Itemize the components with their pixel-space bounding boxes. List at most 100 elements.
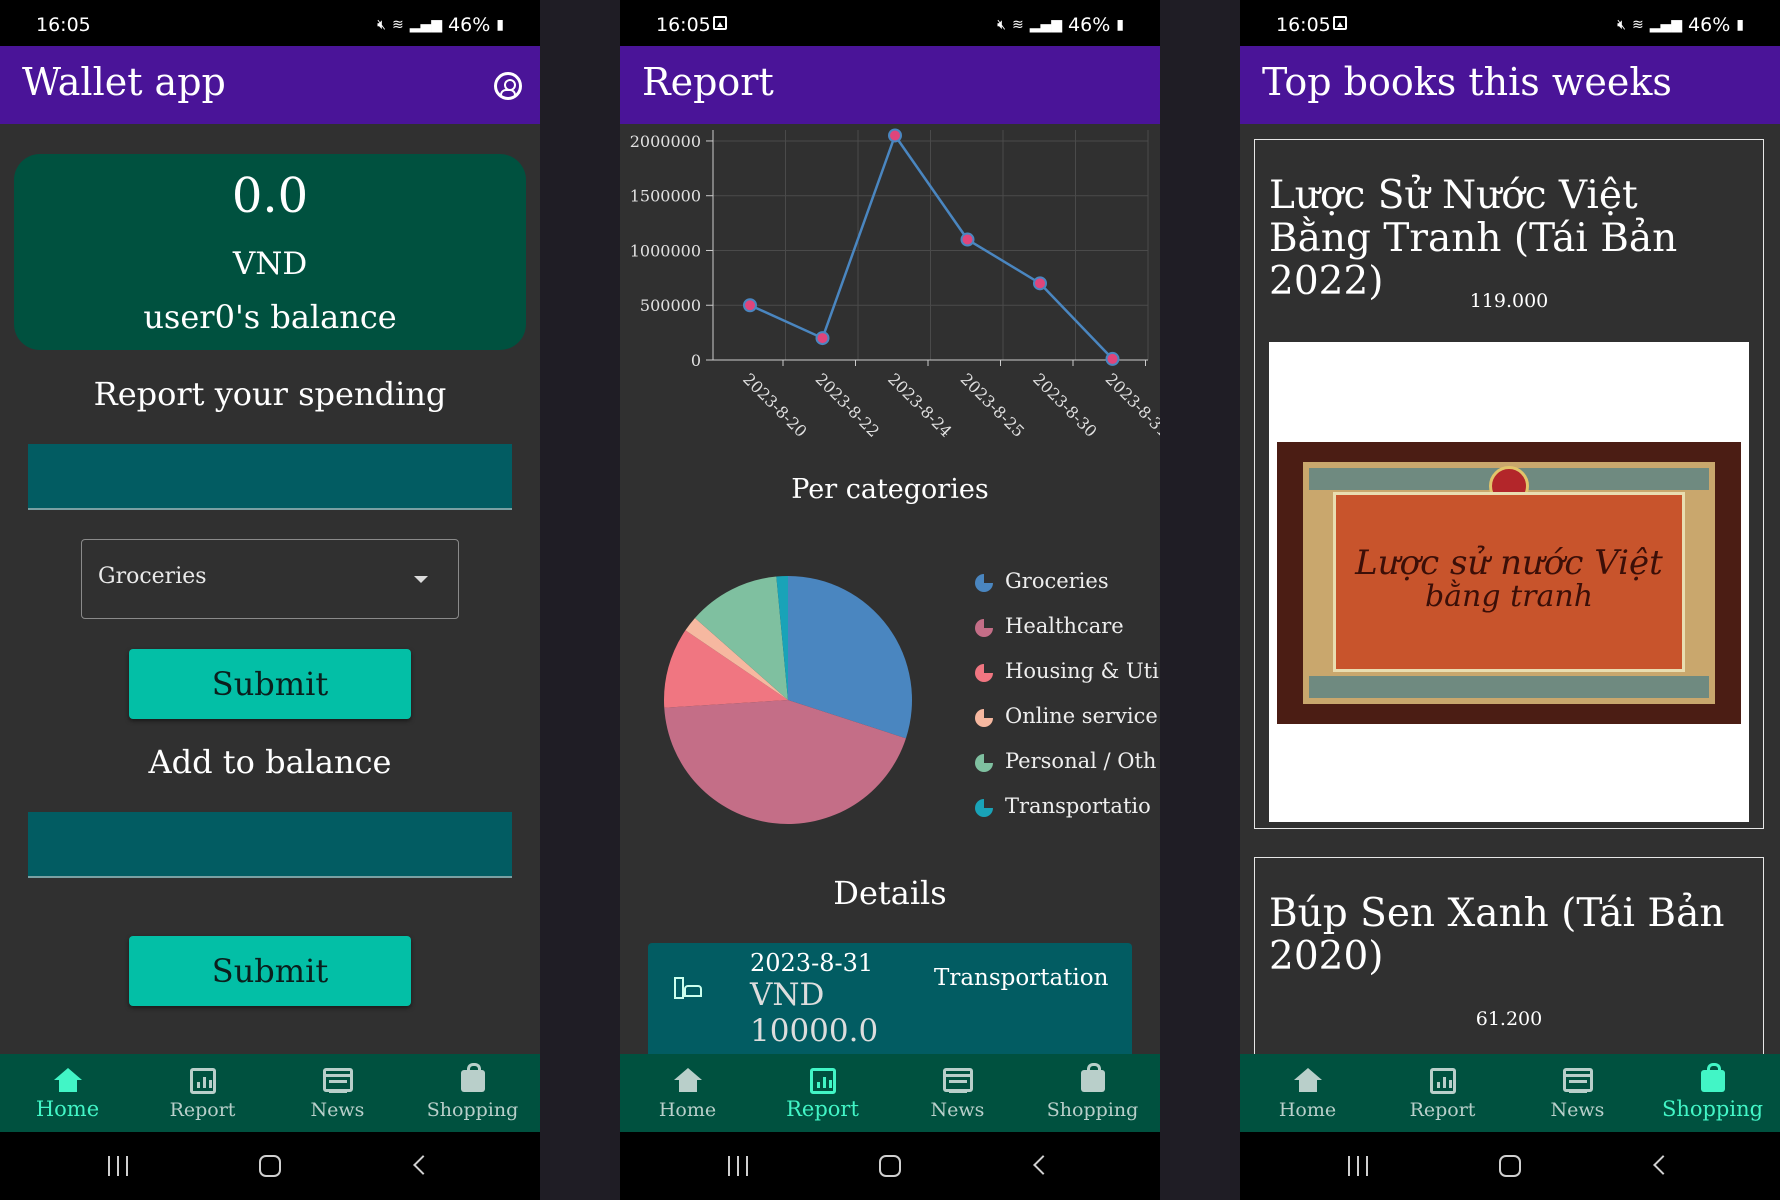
system-back-icon[interactable]: [413, 1155, 433, 1175]
news-icon: [1563, 1068, 1593, 1093]
spending-amount-input[interactable]: [28, 444, 512, 510]
nav-report-label: Report: [786, 1097, 859, 1121]
legend-swatch-icon: [975, 709, 993, 727]
pie-legend: Groceries Healthcare Housing & Uti Online s…: [975, 566, 1160, 818]
balance-card: 0.0 VND user0's balance: [14, 154, 526, 350]
balance-caption: user0's balance: [143, 298, 397, 336]
x-tick-label: 2023-8-30: [1029, 369, 1100, 440]
transportation-icon: [674, 973, 704, 1001]
cover-title-line2: bằng tranh: [1424, 579, 1594, 614]
system-nav-bar: [620, 1132, 1160, 1200]
books-screen: 16:05 🔇︎ ≋ ▂▄▆ 46% ▮ Top books this week…: [1240, 0, 1780, 1200]
submit-spending-button[interactable]: Submit: [129, 649, 411, 719]
book-card[interactable]: Búp Sen Xanh (Tái Bản 2020) 61.200: [1254, 857, 1764, 1087]
account-icon[interactable]: [494, 72, 522, 100]
x-tick-label: 2023-8-31: [1102, 369, 1160, 440]
home-icon: [1294, 1068, 1322, 1094]
book-title: Lược Sử Nước Việt Bằng Tranh (Tái Bản 20…: [1269, 173, 1678, 304]
battery-percent: 46%: [1068, 14, 1111, 36]
book-price: 119.000: [1469, 290, 1549, 312]
x-tick-label: 2023-8-22: [812, 369, 883, 440]
report-icon: [810, 1068, 836, 1094]
x-tick-label: 2023-8-20: [739, 369, 810, 440]
shopping-bag-icon: [1701, 1063, 1725, 1092]
signal-icon: ▂▄▆: [1029, 17, 1063, 33]
x-tick-label: 2023-8-24: [884, 369, 955, 440]
nav-home[interactable]: Home: [1240, 1054, 1375, 1132]
legend-label: Healthcare: [1005, 614, 1124, 638]
mute-icon: 🔇︎: [997, 17, 1006, 33]
system-back-icon[interactable]: [1033, 1155, 1053, 1175]
book-title: Búp Sen Xanh (Tái Bản 2020): [1269, 891, 1725, 979]
app-bar: Top books this weeks: [1240, 46, 1780, 124]
legend-swatch-icon: [975, 664, 993, 682]
nav-shopping-label: Shopping: [1046, 1099, 1139, 1121]
wifi-icon: ≋: [1012, 17, 1024, 33]
book-card[interactable]: Lược Sử Nước Việt Bằng Tranh (Tái Bản 20…: [1254, 139, 1764, 829]
system-home-icon[interactable]: [879, 1155, 901, 1177]
book-cover: Lược sử nước Việt bằng tranh: [1277, 442, 1741, 724]
y-tick-label: 1000000: [630, 241, 701, 260]
data-point: [960, 232, 975, 247]
nav-home-label: Home: [658, 1099, 717, 1121]
legend-label: Personal / Oth: [1005, 749, 1157, 773]
add-balance-input[interactable]: [28, 812, 512, 878]
battery-percent: 46%: [448, 14, 491, 36]
detail-category: Transportation: [934, 965, 1109, 991]
recent-apps-icon[interactable]: [728, 1156, 750, 1176]
detail-date: 2023-8-31: [750, 949, 874, 977]
balance-amount: 0.0: [231, 168, 309, 224]
nav-shopping[interactable]: Shopping: [1645, 1054, 1780, 1132]
nav-news[interactable]: News: [890, 1054, 1025, 1132]
cover-panel: Lược sử nước Việt bằng tranh: [1333, 492, 1685, 672]
system-home-icon[interactable]: [1499, 1155, 1521, 1177]
data-point: [743, 298, 757, 313]
cover-title-line1: Lược sử nước Việt: [1355, 543, 1663, 583]
detail-card[interactable]: 2023-8-31 VND 10000.0 Transportation: [648, 943, 1132, 1063]
nav-news-label: News: [310, 1099, 365, 1121]
system-back-icon[interactable]: [1653, 1155, 1673, 1175]
nav-home[interactable]: Home: [620, 1054, 755, 1132]
signal-icon: ▂▄▆: [1649, 17, 1683, 33]
nav-shopping[interactable]: Shopping: [1025, 1054, 1160, 1132]
app-bar: Wallet app: [0, 46, 540, 124]
legend-swatch-icon: [975, 619, 993, 637]
legend-label: Online service: [1005, 704, 1158, 728]
recent-apps-icon[interactable]: [1348, 1156, 1370, 1176]
app-title: Top books this weeks: [1262, 60, 1672, 104]
nav-news[interactable]: News: [1510, 1054, 1645, 1132]
spending-line-chart: 05000001000000150000020000002023-8-20 202…: [630, 128, 1160, 441]
book-price: 61.200: [1475, 1008, 1543, 1030]
category-selected: Groceries: [98, 564, 207, 589]
app-title: Wallet app: [22, 60, 226, 104]
pie-chart-title: Per categories: [791, 474, 989, 505]
cover-border-bottom: [1309, 676, 1709, 698]
series-line: [749, 132, 1114, 360]
signal-icon: ▂▄▆: [409, 17, 443, 33]
status-time: 16:05: [36, 14, 91, 36]
shopping-bag-icon: [1081, 1063, 1105, 1092]
category-dropdown[interactable]: Groceries: [81, 539, 459, 619]
report-icon: [1430, 1068, 1456, 1094]
nav-report[interactable]: Report: [755, 1054, 890, 1132]
add-balance-title: Add to balance: [148, 743, 392, 781]
nav-news[interactable]: News: [270, 1054, 405, 1132]
nav-report[interactable]: Report: [135, 1054, 270, 1132]
wallet-screen: 16:05 🔇︎ ≋ ▂▄▆ 46% ▮ Wallet app 0.0 VND …: [0, 0, 540, 1200]
app-bar: Report: [620, 46, 1160, 124]
nav-home[interactable]: Home: [0, 1054, 135, 1132]
system-home-icon[interactable]: [259, 1155, 281, 1177]
data-point: [888, 128, 902, 143]
bottom-nav: Home Report News Shopping: [0, 1054, 540, 1132]
data-point: [815, 331, 830, 346]
balance-currency: VND: [232, 246, 308, 282]
legend-swatch-icon: [975, 574, 993, 592]
nav-shopping[interactable]: Shopping: [405, 1054, 540, 1132]
recent-apps-icon[interactable]: [108, 1156, 130, 1176]
legend-label: Transportatio: [1005, 794, 1151, 818]
report-screen: 16:05 🔇︎ ≋ ▂▄▆ 46% ▮ Report 0 500000 10000…: [620, 0, 1160, 1200]
system-nav-bar: [0, 1132, 540, 1200]
submit-balance-button[interactable]: Submit: [129, 936, 411, 1006]
nav-report[interactable]: Report: [1375, 1054, 1510, 1132]
y-tick-label: 1500000: [630, 187, 701, 206]
